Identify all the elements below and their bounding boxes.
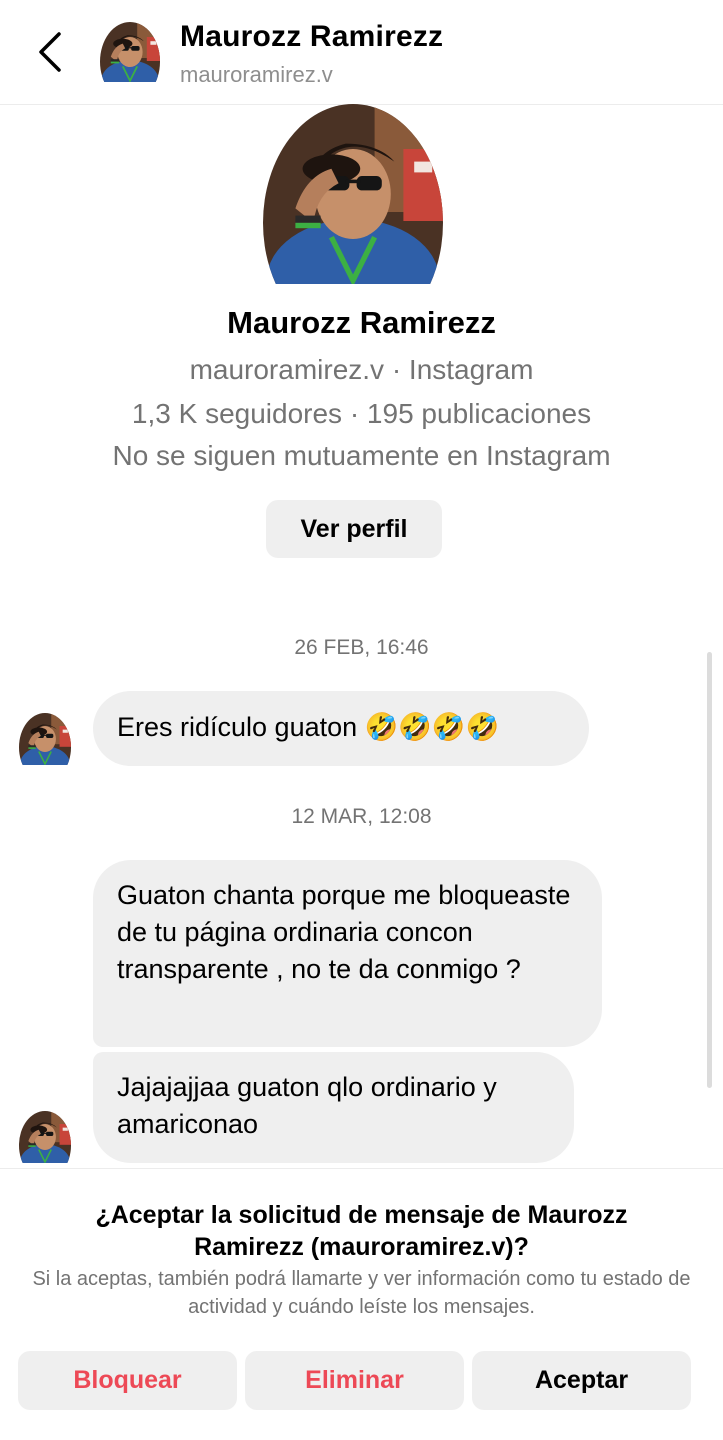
header-contact-name[interactable]: Maurozz Ramirezz — [180, 20, 443, 54]
profile-stats: 1,3 K seguidores · 195 publicaciones — [131, 398, 592, 429]
message-bubble[interactable]: Eres ridículo guaton 🤣🤣🤣🤣 — [93, 691, 589, 766]
block-button[interactable]: Bloquear — [18, 1351, 237, 1410]
header-username[interactable]: mauroramirez.v — [180, 62, 333, 88]
message-bubble[interactable]: Guaton chanta porque me bloqueaste de tu… — [93, 860, 602, 1047]
profile-name: Maurozz Ramirezz — [227, 305, 496, 340]
profile-relation: No se siguen mutuamente en Instagram — [112, 440, 611, 471]
timestamp: 26 FEB, 16:46 — [294, 636, 429, 659]
scrollbar[interactable] — [707, 652, 712, 1088]
back-button[interactable] — [30, 28, 70, 76]
delete-button[interactable]: Eliminar — [245, 1351, 464, 1410]
chat-screen: Maurozz Ramirezz mauroramirez.v Maurozz … — [0, 0, 723, 1440]
profile-subtitle: mauroramirez.v · Instagram — [189, 354, 534, 385]
message-request-panel: ¿Aceptar la solicitud de mensaje de Maur… — [0, 1168, 723, 1440]
accept-button[interactable]: Aceptar — [472, 1351, 691, 1410]
profile-avatar[interactable] — [263, 104, 443, 284]
header-avatar[interactable] — [100, 22, 160, 82]
request-description: Si la aceptas, también podrá llamarte y … — [32, 1268, 691, 1318]
chevron-left-icon — [39, 32, 61, 72]
message-avatar[interactable] — [19, 713, 71, 765]
view-profile-button[interactable]: Ver perfil — [266, 500, 442, 558]
chat-header: Maurozz Ramirezz mauroramirez.v — [0, 0, 723, 105]
message-avatar[interactable] — [19, 1111, 71, 1163]
message-bubble[interactable]: Jajajajjaa guaton qlo ordinario y amaric… — [93, 1052, 574, 1163]
request-title: ¿Aceptar la solicitud de mensaje de Maur… — [95, 1201, 628, 1261]
timestamp: 12 MAR, 12:08 — [291, 805, 432, 828]
